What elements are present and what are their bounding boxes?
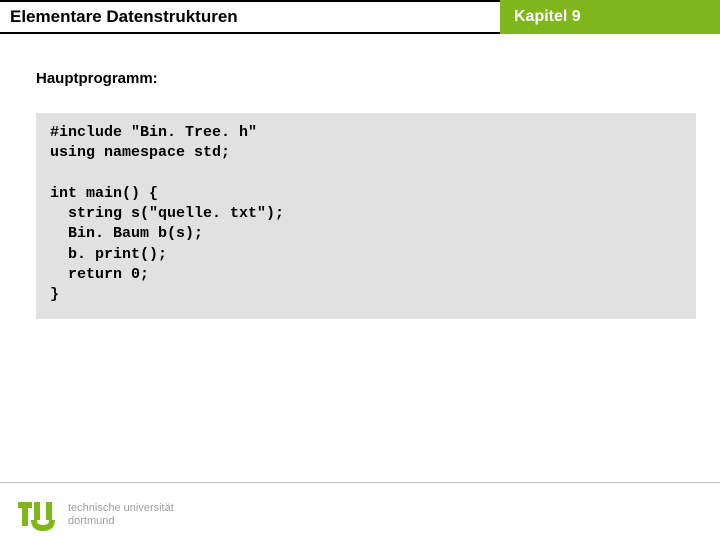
section-heading: Hauptprogramm: [36,70,690,87]
university-name-line2: dortmund [68,515,174,528]
slide-title: Elementare Datenstrukturen [0,0,500,34]
header-bar: Elementare Datenstrukturen Kapitel 9 [0,0,720,34]
chapter-badge: Kapitel 9 [500,0,720,34]
tu-logo-icon [18,496,60,534]
university-logo: technische universität dortmund [18,496,174,534]
university-name-line1: technische universität [68,502,174,515]
content-area: Hauptprogramm: #include "Bin. Tree. h" u… [0,34,720,319]
slide: Elementare Datenstrukturen Kapitel 9 Hau… [0,0,720,540]
university-name: technische universität dortmund [68,502,174,527]
code-block: #include "Bin. Tree. h" using namespace … [36,113,696,319]
footer: technische universität dortmund [0,482,720,540]
